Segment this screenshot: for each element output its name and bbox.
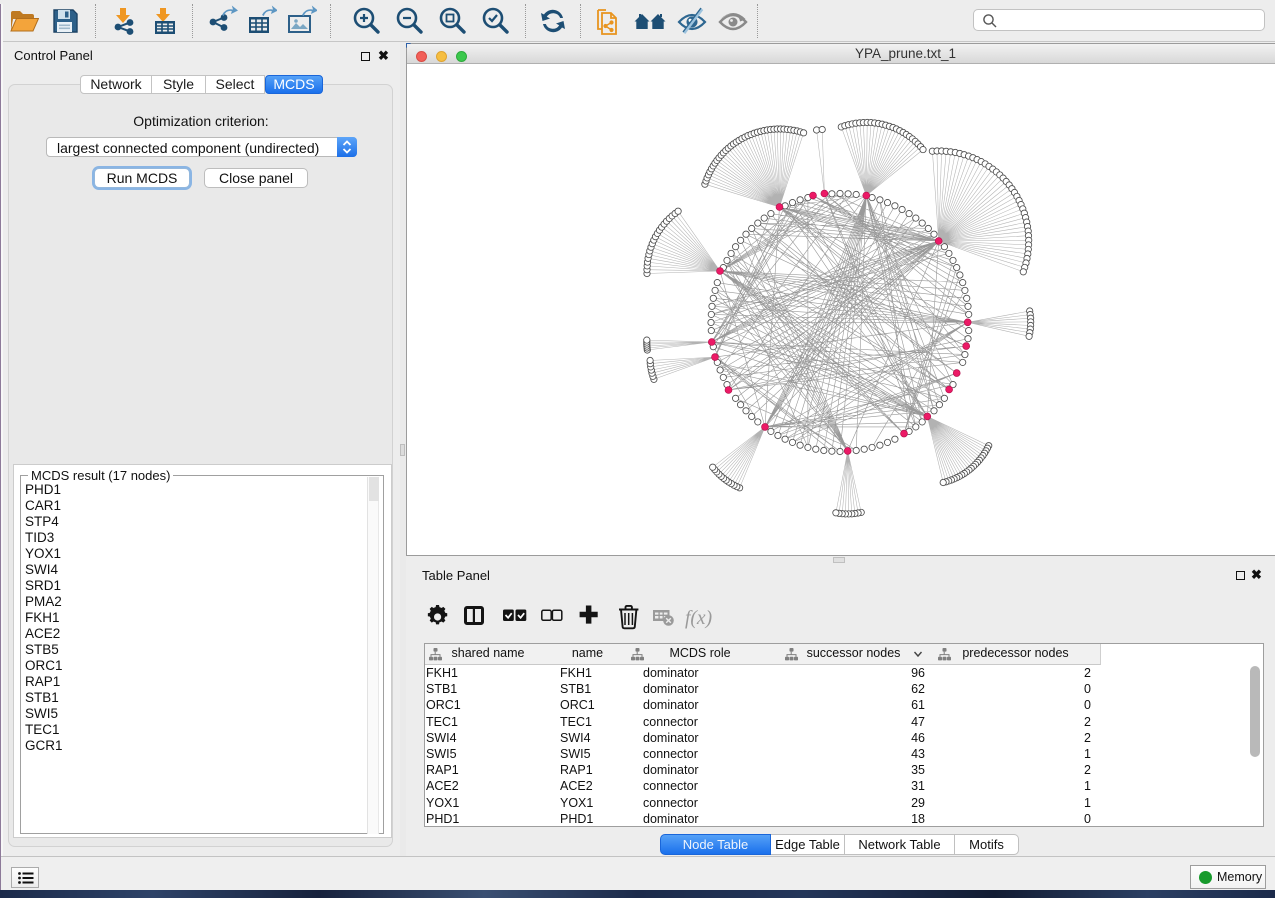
svg-text:f(x): f(x): [685, 608, 712, 629]
